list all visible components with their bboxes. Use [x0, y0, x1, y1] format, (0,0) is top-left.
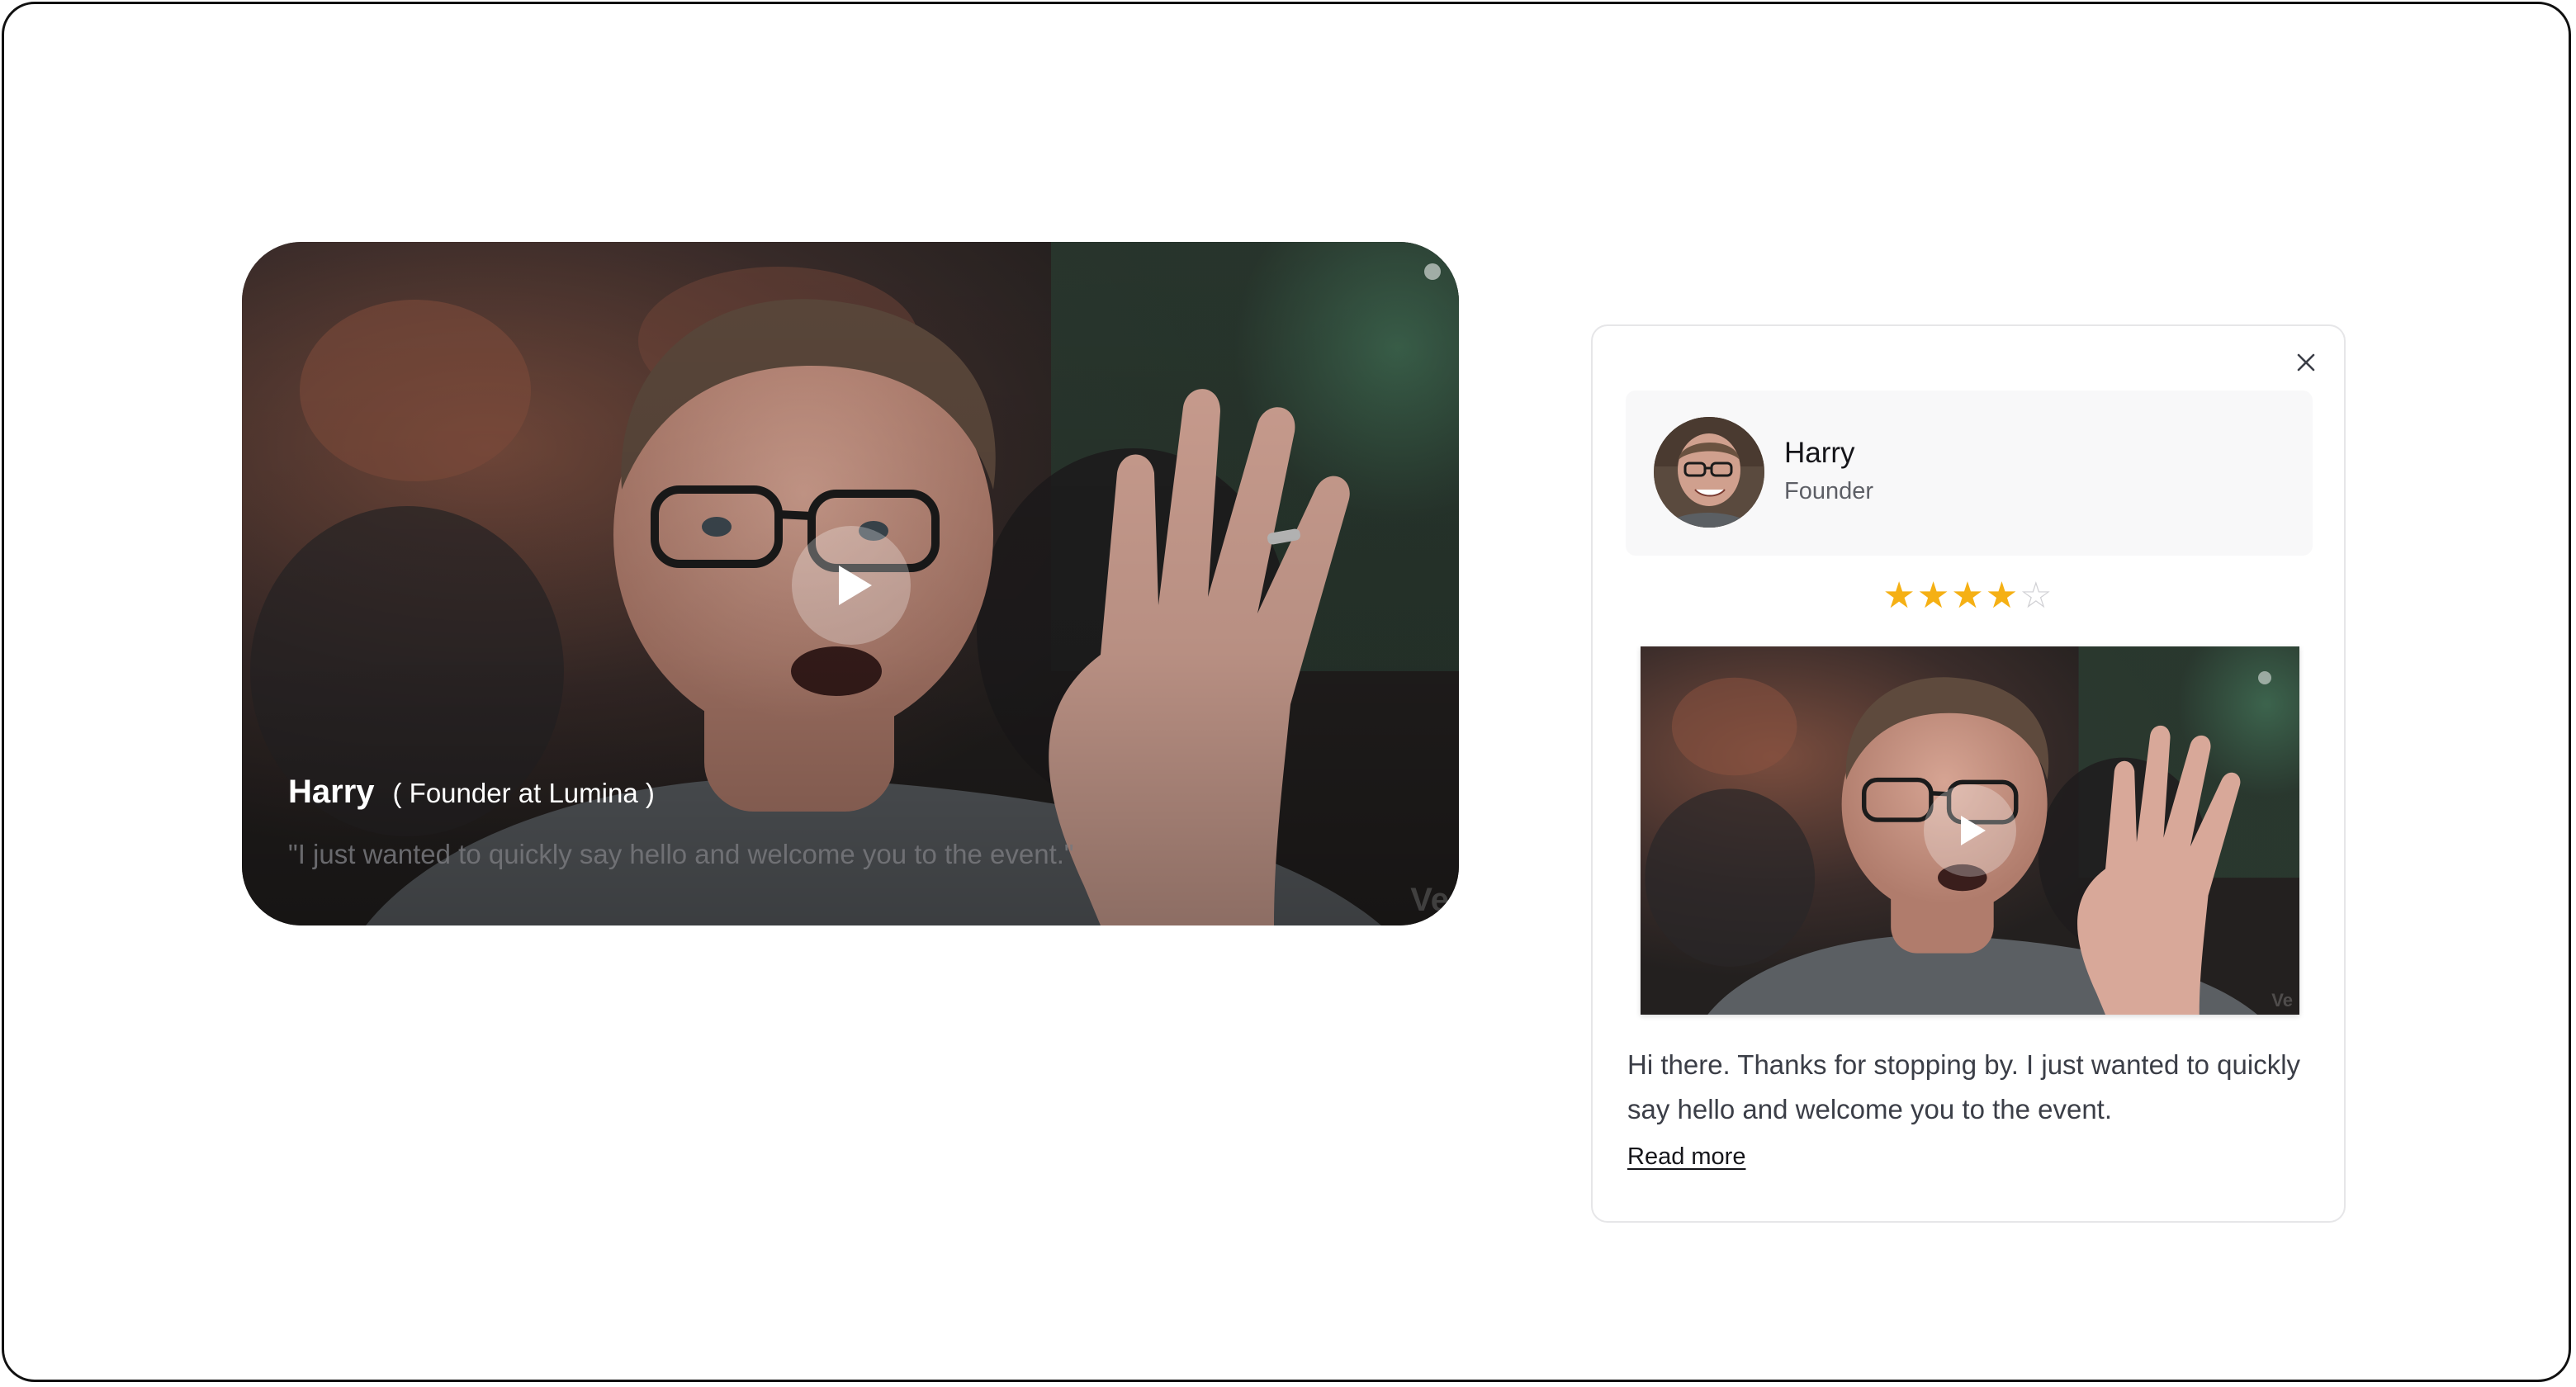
testimonial-card: Harry Founder ★★★★☆ Ve Hi there. Thanks … — [1591, 324, 2346, 1223]
star-icon: ★ — [1916, 575, 1952, 616]
video-indicator-dot — [1424, 263, 1441, 280]
caption-role: ( Founder at Lumina ) — [392, 778, 655, 808]
caption-name: Harry — [288, 774, 375, 810]
watermark: Ve — [1410, 882, 1449, 918]
star-icon: ★ — [1951, 575, 1986, 616]
star-rating: ★★★★☆ — [1593, 575, 2344, 617]
video-caption: Harry ( Founder at Lumina ) "I just want… — [288, 774, 1074, 870]
profile-header: Harry Founder — [1626, 391, 2313, 556]
star-icon: ★ — [1882, 575, 1917, 616]
close-button[interactable] — [2288, 344, 2324, 381]
watermark: Ve — [2271, 990, 2293, 1011]
video-indicator-dot — [2258, 671, 2271, 684]
play-button[interactable] — [1924, 784, 2016, 877]
play-icon — [839, 566, 872, 605]
avatar — [1654, 417, 1764, 528]
author-name: Harry — [1784, 437, 1855, 469]
star-icon: ★ — [1985, 575, 2020, 616]
read-more-link[interactable]: Read more — [1627, 1143, 1745, 1171]
close-icon — [2297, 353, 2315, 372]
page-frame: Harry ( Founder at Lumina ) "I just want… — [2, 2, 2571, 1382]
star-empty-icon: ☆ — [2020, 575, 2054, 616]
play-icon — [1961, 816, 1986, 845]
play-button[interactable] — [792, 526, 911, 645]
video-thumbnail-small[interactable]: Ve — [1641, 646, 2299, 1015]
author-role: Founder — [1784, 478, 1874, 504]
testimonial-text: Hi there. Thanks for stopping by. I just… — [1627, 1049, 2301, 1124]
video-testimonial-card[interactable]: Harry ( Founder at Lumina ) "I just want… — [242, 242, 1459, 925]
caption-quote: "I just wanted to quickly say hello and … — [288, 839, 1074, 869]
